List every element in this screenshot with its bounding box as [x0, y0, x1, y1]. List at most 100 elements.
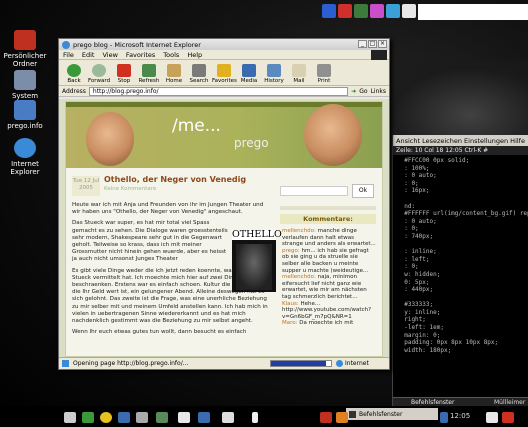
browser-titlebar[interactable]: prego blog - Microsoft Internet Explorer… [59, 39, 389, 50]
menu-file[interactable]: File [63, 51, 74, 59]
internet-explorer-icon [14, 138, 36, 158]
code-line: : inline; [397, 248, 437, 256]
sidebar-divider [280, 206, 376, 210]
launcher-icon[interactable] [252, 412, 258, 423]
close-button[interactable]: × [378, 40, 387, 48]
launcher-icon[interactable] [222, 412, 234, 423]
refresh-button[interactable]: Refresh [137, 64, 161, 84]
tray-app-icon[interactable] [386, 4, 400, 18]
refresh-label: Refresh [138, 78, 160, 84]
tray-icon[interactable] [440, 412, 448, 423]
banner-photo-right [304, 104, 362, 166]
desktop-icon-home[interactable]: Persönlicher Ordner [2, 30, 48, 68]
editor-menubar[interactable]: Ansicht Lesezeichen Einstellungen Hilfe [393, 135, 528, 146]
desktop-icon-prego[interactable]: prego.info [2, 100, 48, 130]
minimize-button[interactable]: _ [358, 40, 367, 48]
comment-author[interactable]: Maro: [282, 320, 297, 326]
comment-author[interactable]: Klaus: [282, 301, 299, 307]
tray-app-icon[interactable] [402, 4, 416, 18]
window-controls: _ □ × [358, 40, 387, 48]
taskbar-window-button[interactable]: Befehlsfenster [346, 408, 438, 420]
editor-code[interactable]: #FFCC00 0px solid; : 100%; : 0 auto; : 0… [393, 155, 528, 356]
editor-window[interactable]: Ansicht Lesezeichen Einstellungen Hilfe … [392, 135, 528, 415]
launcher-icon[interactable] [64, 412, 76, 423]
history-label: History [264, 78, 284, 84]
code-line: : 440px; [397, 286, 434, 294]
browser-viewport[interactable]: /me... prego Tue 12 Jul 2005 Othello, de… [59, 99, 389, 357]
blog-search-button[interactable]: Ok [352, 184, 374, 198]
stop-button[interactable]: Stop [112, 64, 136, 84]
code-line: padding: 0px 8px 10px 8px; [397, 339, 499, 347]
code-line: : 740px; [397, 232, 434, 240]
home-button[interactable]: Home [162, 64, 186, 84]
menu-edit[interactable]: Edit [82, 51, 95, 59]
go-button[interactable]: Go [359, 88, 367, 95]
status-text: Opening page http://blog.prego.info/... [73, 360, 189, 367]
code-line: w: hidden; [397, 270, 441, 278]
launcher-icon[interactable] [198, 412, 210, 423]
launcher-icon[interactable] [82, 412, 94, 423]
desktop-icon-label: prego.info [7, 122, 43, 130]
comment-author[interactable]: mellenchdo: [282, 228, 316, 234]
menu-help[interactable]: Help [187, 51, 202, 59]
favorites-button[interactable]: Favorites [212, 64, 237, 84]
launcher-icon[interactable] [156, 412, 168, 423]
printer-icon [317, 64, 331, 77]
star-icon [217, 64, 231, 77]
desktop-icon-label: System [11, 92, 39, 100]
menu-tools[interactable]: Tools [163, 51, 179, 59]
launcher-icon[interactable] [178, 412, 190, 423]
tray-icon[interactable] [486, 412, 498, 423]
post-comments-link[interactable]: Keine Kommentare [104, 186, 156, 192]
trash-icon[interactable] [502, 412, 514, 423]
maximize-button[interactable]: □ [368, 40, 377, 48]
ie-icon [62, 40, 70, 49]
browser-window[interactable]: prego blog - Microsoft Internet Explorer… [58, 38, 390, 370]
menu-favorites[interactable]: Favorites [126, 51, 155, 59]
windows-logo-icon [371, 50, 387, 60]
launcher-icon[interactable] [118, 412, 130, 423]
desktop-icon-system[interactable]: System [2, 70, 48, 100]
go-arrow-icon[interactable]: ➜ [351, 88, 356, 95]
tray-icon[interactable] [320, 412, 332, 423]
menu-view[interactable]: View [102, 51, 117, 59]
forward-button[interactable]: Forward [87, 64, 111, 84]
page-icon [62, 360, 69, 367]
code-line: #FFCC00 0px solid; [397, 157, 470, 164]
taskbar [0, 406, 528, 427]
desktop-icon-ie[interactable]: Internet Explorer [2, 138, 48, 176]
progress-fill [271, 361, 327, 366]
tray-app-icon[interactable] [370, 4, 384, 18]
search-button[interactable]: Search [187, 64, 211, 84]
history-button[interactable]: History [262, 64, 286, 84]
tray-app-icon[interactable] [322, 4, 336, 18]
post-title[interactable]: Othello, der Neger von Venedig [104, 175, 246, 184]
media-button[interactable]: Media [237, 64, 261, 84]
back-button[interactable]: Back [62, 64, 86, 84]
mail-label: Mail [293, 78, 305, 84]
print-button[interactable]: Print [312, 64, 336, 84]
computer-icon [14, 70, 36, 90]
code-line: nd: [397, 202, 416, 210]
comment-item: Maro: Da moechte ich mit [282, 320, 376, 327]
comment-author[interactable]: mellenchdo: [282, 274, 316, 280]
launcher-icon[interactable] [136, 412, 148, 423]
launcher-icon[interactable] [100, 412, 112, 423]
address-input[interactable]: http://blog.prego.info/ [88, 86, 349, 96]
history-icon [267, 64, 281, 77]
comment-author[interactable]: prego: [282, 248, 300, 254]
code-line: 0: 5px; [397, 278, 430, 286]
code-line: : 100%; [397, 164, 430, 172]
zone-label: Internet [345, 360, 369, 367]
othello-poster: OTHELLO [232, 230, 282, 292]
tray-app-icon[interactable] [338, 4, 352, 18]
links-button[interactable]: Links [371, 88, 386, 95]
blog-search-input[interactable] [280, 186, 348, 196]
tray-icon[interactable] [336, 412, 348, 423]
tray-app-icon[interactable] [354, 4, 368, 18]
poster-figure [236, 244, 272, 290]
browser-toolbar: Back Forward Stop Refresh Home Search Fa… [59, 60, 389, 86]
mail-button[interactable]: Mail [287, 64, 311, 84]
comment-text[interactable]: Da moechte ich mit [299, 320, 353, 326]
